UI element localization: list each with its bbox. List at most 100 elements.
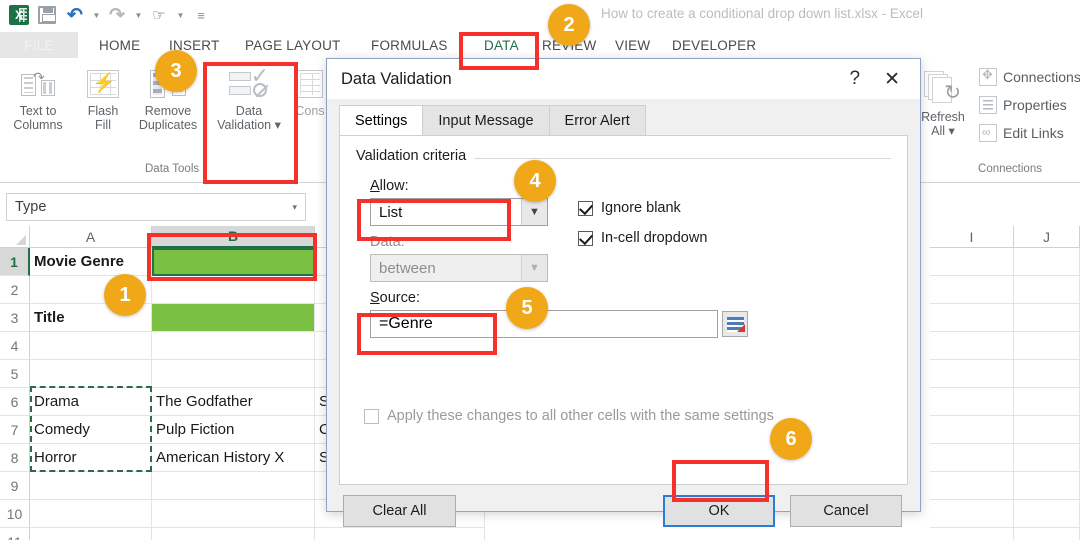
row-header-7[interactable]: 7	[0, 416, 30, 444]
tab-file[interactable]: FILE	[0, 32, 78, 58]
chevron-down-icon[interactable]: ▼	[521, 255, 547, 281]
cell-i3[interactable]	[930, 304, 1014, 332]
cell-b8[interactable]: American History X	[152, 444, 315, 472]
cell-i2[interactable]	[930, 276, 1014, 304]
name-box[interactable]: Type ▾	[6, 193, 306, 221]
row-header-1[interactable]: 1	[0, 248, 30, 276]
cell-a6[interactable]: Drama	[30, 388, 152, 416]
cell-b7[interactable]: Pulp Fiction	[152, 416, 315, 444]
cell-j10[interactable]	[1014, 500, 1080, 528]
column-header-b[interactable]: B	[152, 226, 315, 248]
tab-input-message[interactable]: Input Message	[422, 105, 550, 135]
row-header-3[interactable]: 3	[0, 304, 30, 332]
collapse-dialog-icon[interactable]	[722, 311, 748, 337]
annotation-badge-5: 5	[506, 287, 548, 329]
cell-b4[interactable]	[152, 332, 315, 360]
cancel-button[interactable]: Cancel	[790, 495, 902, 527]
apply-all-checkbox[interactable]: Apply these changes to all other cells w…	[364, 408, 774, 424]
column-header-j[interactable]: J	[1014, 226, 1080, 248]
cell-b1[interactable]	[152, 248, 315, 276]
row-header-10[interactable]: 10	[0, 500, 30, 528]
data-label: Data:	[370, 234, 405, 250]
ribbon-group-data-tools: ↷ Text to Columns ⚡ Flash Fill → Remove …	[0, 58, 324, 178]
tab-view[interactable]: VIEW	[608, 32, 657, 58]
cell-j2[interactable]	[1014, 276, 1080, 304]
cell-a4[interactable]	[30, 332, 152, 360]
cell-i11[interactable]	[930, 528, 1014, 540]
cell-b10[interactable]	[152, 500, 315, 528]
cell-a1[interactable]: Movie Genre	[30, 248, 152, 276]
cell-b9[interactable]	[152, 472, 315, 500]
ribbon-button-edit-links[interactable]: Edit Links	[979, 124, 1064, 142]
cell-j1[interactable]	[1014, 248, 1080, 276]
ribbon-button-data-validation[interactable]: ✓ Data Validation ▾	[209, 64, 289, 133]
tab-settings[interactable]: Settings	[339, 105, 424, 135]
row-header-4[interactable]: 4	[0, 332, 30, 360]
tab-page-layout[interactable]: PAGE LAYOUT	[238, 32, 347, 58]
cell-i10[interactable]	[930, 500, 1014, 528]
cell-c11[interactable]	[315, 528, 485, 540]
cell-j8[interactable]	[1014, 444, 1080, 472]
row-header-6[interactable]: 6	[0, 388, 30, 416]
ribbon-button-properties[interactable]: Properties	[979, 96, 1067, 114]
cell-j7[interactable]	[1014, 416, 1080, 444]
cell-a7[interactable]: Comedy	[30, 416, 152, 444]
cell-i6[interactable]	[930, 388, 1014, 416]
column-header-i[interactable]: I	[930, 226, 1014, 248]
ok-button[interactable]: OK	[663, 495, 775, 527]
cell-b3[interactable]	[152, 304, 315, 332]
cell-i9[interactable]	[930, 472, 1014, 500]
dialog-body: Settings Input Message Error Alert Valid…	[327, 99, 920, 527]
close-icon[interactable]: ✕	[872, 68, 912, 91]
select-all-corner[interactable]	[0, 226, 30, 248]
help-icon[interactable]: ?	[838, 68, 873, 90]
row-header-2[interactable]: 2	[0, 276, 30, 304]
cell-j5[interactable]	[1014, 360, 1080, 388]
cell-i8[interactable]	[930, 444, 1014, 472]
tab-formulas[interactable]: FORMULAS	[364, 32, 455, 58]
cell-b6[interactable]: The Godfather	[152, 388, 315, 416]
cell-j9[interactable]	[1014, 472, 1080, 500]
tab-home[interactable]: HOME	[92, 32, 147, 58]
edit-links-icon	[979, 124, 997, 142]
cell-i1[interactable]	[930, 248, 1014, 276]
cell-i4[interactable]	[930, 332, 1014, 360]
cell-b5[interactable]	[152, 360, 315, 388]
clear-all-button[interactable]: Clear All	[343, 495, 456, 527]
cell-j3[interactable]	[1014, 304, 1080, 332]
row-header-5[interactable]: 5	[0, 360, 30, 388]
in-cell-dropdown-checkbox[interactable]: In-cell dropdown	[578, 230, 707, 246]
ribbon-button-label: Data	[235, 104, 263, 118]
ignore-blank-checkbox[interactable]: Ignore blank	[578, 200, 681, 216]
allow-combo[interactable]: List ▼	[370, 198, 548, 226]
ribbon-button-text-to-columns[interactable]: ↷ Text to Columns	[4, 64, 72, 132]
data-combo[interactable]: between ▼	[370, 254, 548, 282]
ribbon-button-flash-fill[interactable]: ⚡ Flash Fill	[78, 64, 128, 132]
cell-b11[interactable]	[152, 528, 315, 540]
chevron-down-icon[interactable]: ▾	[292, 202, 297, 213]
cell-a10[interactable]	[30, 500, 152, 528]
cell-i7[interactable]	[930, 416, 1014, 444]
column-header-a[interactable]: A	[30, 226, 152, 248]
refresh-all-icon: ↻	[924, 66, 962, 110]
ribbon-button-label-2: Validation ▾	[217, 118, 281, 132]
cell-a9[interactable]	[30, 472, 152, 500]
cell-a11[interactable]	[30, 528, 152, 540]
tab-data[interactable]: DATA	[477, 32, 526, 58]
cell-b2[interactable]	[152, 276, 315, 304]
cell-j6[interactable]	[1014, 388, 1080, 416]
row-header-8[interactable]: 8	[0, 444, 30, 472]
row-header-9[interactable]: 9	[0, 472, 30, 500]
chevron-down-icon[interactable]: ▼	[521, 199, 547, 225]
row-header-11[interactable]: 11	[0, 528, 30, 540]
tab-developer[interactable]: DEVELOPER	[665, 32, 763, 58]
dialog-title: Data Validation	[341, 69, 452, 88]
cell-i5[interactable]	[930, 360, 1014, 388]
cell-a5[interactable]	[30, 360, 152, 388]
cell-a8[interactable]: Horror	[30, 444, 152, 472]
ribbon-button-label-2: All ▾	[931, 124, 955, 138]
cell-j4[interactable]	[1014, 332, 1080, 360]
ribbon-button-connections[interactable]: Connections	[979, 67, 1080, 86]
tab-error-alert[interactable]: Error Alert	[548, 105, 646, 135]
cell-j11[interactable]	[1014, 528, 1080, 540]
